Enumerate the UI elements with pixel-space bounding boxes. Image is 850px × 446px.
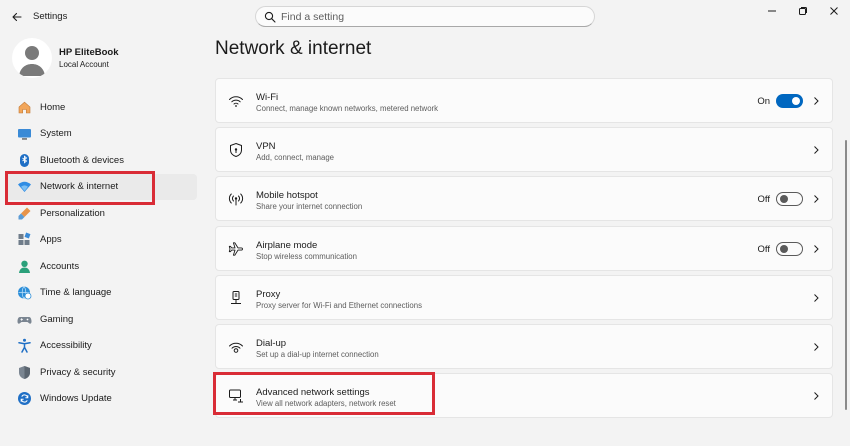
chevron-right-icon [814,293,819,302]
airplane-mode-toggle[interactable] [776,241,803,256]
sidebar-item-home[interactable]: Home [0,94,200,121]
minimize-button[interactable] [759,3,785,19]
globe-clock-icon [17,285,32,300]
sidebar-item-apps[interactable]: Apps [0,227,200,254]
sidebar-item-accounts[interactable]: Accounts [0,253,200,280]
sidebar-item-label: System [40,128,72,140]
vpn-shield-icon [228,142,244,158]
card-title: Mobile hotspot [256,190,318,202]
search-box[interactable] [255,6,595,27]
card-title: Proxy [256,288,281,300]
restore-button[interactable] [790,3,816,19]
search-icon [264,11,276,23]
close-button[interactable] [821,3,847,19]
settings-card-list: Wi-Fi Connect, manage known networks, me… [215,78,833,422]
sidebar-item-accessibility[interactable]: Accessibility [0,333,200,360]
chevron-right-icon [814,392,819,400]
shield-icon [17,365,32,380]
accessibility-icon [17,338,32,353]
card-subtitle: Share your internet connection [256,202,363,212]
card-title: VPN [256,141,276,153]
toggle-state-label: On [757,96,770,107]
sidebar-item-windows-update[interactable]: Windows Update [0,386,200,413]
gamepad-icon [17,312,32,327]
brush-icon [17,206,32,221]
sidebar-item-label: Home [40,101,66,113]
back-button[interactable] [8,8,26,26]
restore-icon [799,7,807,15]
search-input[interactable] [281,9,581,24]
bluetooth-icon [17,153,32,168]
wifi-icon [228,93,244,109]
minimize-icon [768,10,776,12]
accounts-icon [17,259,32,274]
sidebar-item-time-language[interactable]: Time & language [0,280,200,307]
card-proxy[interactable]: Proxy Proxy server for Wi-Fi and Etherne… [215,274,833,320]
card-title: Wi-Fi [256,92,279,103]
system-icon [17,126,32,141]
chevron-right-icon [814,244,819,253]
sidebar-item-system[interactable]: System [0,121,200,148]
wifi-toggle[interactable] [776,94,803,108]
scrollbar[interactable] [845,140,847,410]
mobile-hotspot-toggle[interactable] [776,192,803,207]
toggle-knob [780,195,788,204]
back-arrow-icon [12,12,22,22]
page-title: Network & internet [215,38,372,59]
card-vpn[interactable]: VPN Add, connect, manage [215,127,833,173]
sidebar-item-bluetooth[interactable]: Bluetooth & devices [0,147,200,174]
sidebar-item-label: Bluetooth & devices [40,154,124,166]
card-subtitle: Proxy server for Wi-Fi and Ethernet conn… [256,300,422,310]
account-name: HP EliteBook [59,47,119,58]
update-icon [17,391,32,406]
card-subtitle: Connect, manage known networks, metered … [256,104,439,113]
sidebar-item-label: Time & language [40,287,112,299]
sidebar-item-privacy[interactable]: Privacy & security [0,359,200,386]
user-avatar-icon [19,46,45,76]
toggle-knob [780,244,788,253]
sidebar-item-gaming[interactable]: Gaming [0,306,200,333]
toggle-state-label: Off [757,194,771,206]
sidebar-item-label: Apps [40,234,62,246]
toggle-state-label: Off [757,243,771,255]
dialup-icon [228,339,244,355]
sidebar-item-label: Accessibility [40,340,92,352]
close-icon [830,7,838,15]
chevron-right-icon [814,343,819,351]
account-type: Local Account [59,60,109,69]
card-mobile-hotspot[interactable]: Mobile hotspot Share your internet conne… [215,176,833,222]
sidebar-item-label: Personalization [40,207,105,219]
apps-icon [17,232,32,247]
card-airplane-mode[interactable]: Airplane mode Stop wireless communicatio… [215,225,833,271]
sidebar-item-label: Privacy & security [40,366,116,378]
card-subtitle: Set up a dial-up internet connection [256,349,379,359]
card-wifi[interactable]: Wi-Fi Connect, manage known networks, me… [215,78,833,123]
card-subtitle: Add, connect, manage [256,153,335,163]
sidebar-item-label: Windows Update [40,393,112,405]
proxy-icon [228,290,244,306]
card-title: Dial-up [256,337,287,349]
sidebar-item-label: Gaming [40,313,74,325]
highlight-box-advanced-network [213,372,435,415]
card-subtitle: Stop wireless communication [256,251,357,261]
card-title: Airplane mode [256,239,318,251]
hotspot-icon [228,191,244,207]
sidebar-nav: Home System Bluetooth & devices Network … [0,94,200,412]
sidebar-item-label: Accounts [40,260,80,272]
title-bar: Settings [0,0,850,34]
airplane-icon [228,241,244,257]
toggle-knob [792,97,800,105]
card-dial-up[interactable]: Dial-up Set up a dial-up internet connec… [215,323,833,369]
chevron-right-icon [814,195,819,204]
app-title: Settings [33,11,68,22]
chevron-right-icon [814,97,819,105]
avatar[interactable] [12,38,52,78]
chevron-right-icon [814,146,819,155]
home-icon [17,100,32,115]
highlight-box-network-nav [5,171,155,205]
